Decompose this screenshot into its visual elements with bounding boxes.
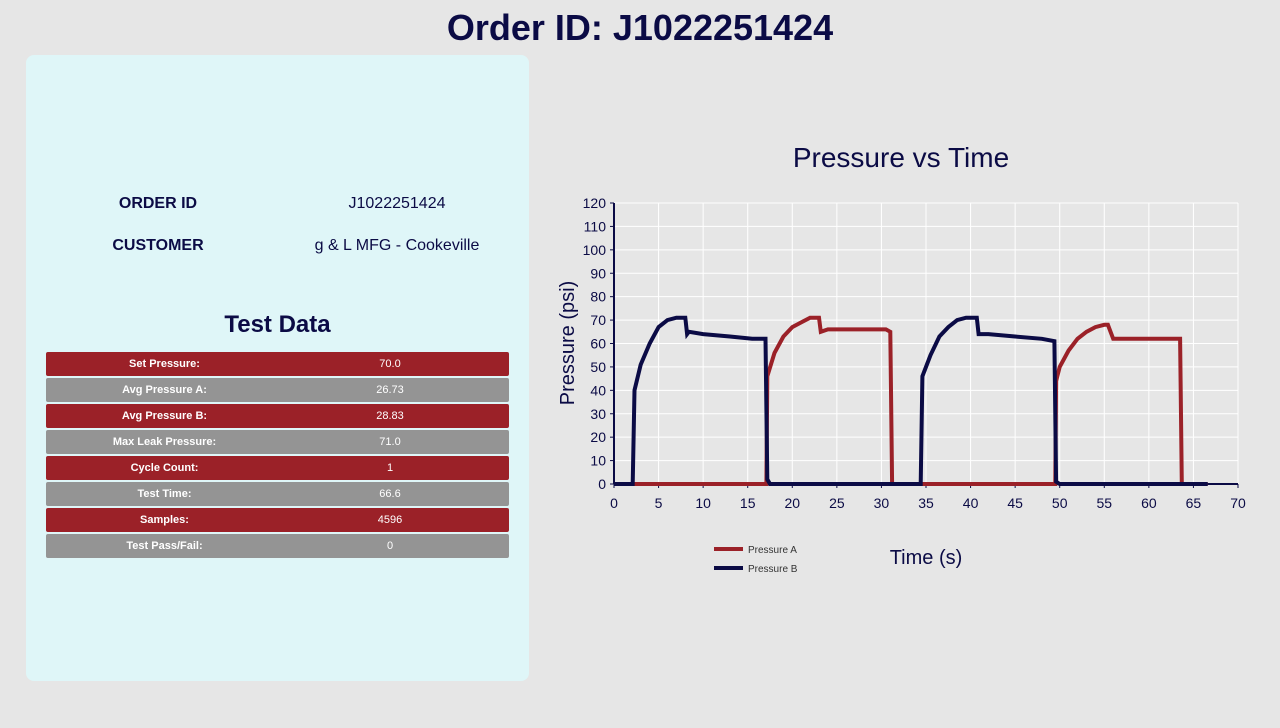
- test-row-value: 70.0: [379, 358, 401, 370]
- x-tick-label: 50: [1052, 495, 1068, 511]
- test-row-set-pressure: Set Pressure: 70.0: [46, 352, 509, 376]
- chart-title: Pressure vs Time: [793, 142, 1009, 173]
- test-row-value: 66.6: [379, 488, 401, 500]
- test-data-table: Set Pressure: 70.0 Avg Pressure A: 26.73…: [46, 352, 509, 560]
- test-row-label: Set Pressure:: [129, 358, 200, 370]
- y-tick-label: 30: [590, 406, 606, 422]
- test-row-avg-pressure-a: Avg Pressure A: 26.73: [46, 378, 509, 402]
- test-row-value: 28.83: [376, 410, 404, 422]
- y-tick-label: 0: [598, 476, 606, 492]
- x-tick-label: 20: [784, 495, 800, 511]
- test-row-value: 1: [386, 462, 394, 474]
- test-row-pass-fail: Test Pass/Fail: 0: [46, 534, 509, 558]
- legend-label: Pressure B: [748, 564, 798, 575]
- x-tick-label: 65: [1186, 495, 1202, 511]
- chart-legend: Pressure A Pressure B: [714, 545, 798, 575]
- customer-label: CUSTOMER: [112, 237, 204, 254]
- x-tick-label: 10: [695, 495, 711, 511]
- test-row-value: 71.0: [379, 436, 401, 448]
- x-tick-label: 5: [655, 495, 663, 511]
- y-tick-label: 120: [583, 195, 607, 211]
- chart-grid: [614, 202, 1239, 484]
- x-tick-label: 15: [740, 495, 756, 511]
- test-row-label: Samples:: [140, 514, 189, 526]
- order-id-label: ORDER ID: [118, 195, 198, 212]
- y-tick-label: 90: [590, 265, 606, 281]
- x-tick-label: 30: [874, 495, 890, 511]
- y-tick-label: 70: [590, 312, 606, 328]
- legend-label: Pressure A: [748, 545, 797, 556]
- test-row-label: Test Time:: [137, 488, 192, 500]
- y-tick-label: 50: [590, 359, 606, 375]
- y-tick-label: 40: [590, 382, 606, 398]
- x-tick-label: 45: [1007, 495, 1023, 511]
- y-tick-label: 80: [590, 289, 606, 305]
- test-row-avg-pressure-b: Avg Pressure B: 28.83: [46, 404, 509, 428]
- customer-row: CUSTOMER g & L MFG - Cookeville: [26, 234, 529, 258]
- y-axis-label: Pressure (psi): [557, 281, 579, 405]
- order-id-row: ORDER ID J1022251424: [26, 192, 529, 216]
- customer-value: g & L MFG - Cookeville: [314, 237, 480, 254]
- test-row-samples: Samples: 4596: [46, 508, 509, 532]
- y-tick-label: 100: [583, 242, 607, 258]
- order-id-value: J1022251424: [348, 195, 446, 212]
- y-tick-label: 10: [590, 453, 606, 469]
- test-row-label: Avg Pressure B:: [121, 410, 208, 422]
- x-tick-label: 0: [610, 495, 618, 511]
- test-row-test-time: Test Time: 66.6: [46, 482, 509, 506]
- test-row-max-leak-pressure: Max Leak Pressure: 71.0: [46, 430, 509, 454]
- pressure-chart: Pressure vs Time 0 10 20 30 40 50 60 70 80 90 100 1…: [545, 130, 1265, 590]
- test-row-cycle-count: Cycle Count: 1: [46, 456, 509, 480]
- x-tick-label: 55: [1096, 495, 1112, 511]
- y-tick-label: 20: [590, 429, 606, 445]
- chart-axes: 0 10 20 30 40 50 60 70 80 90 100 110 120 0 5 10 15 20 25 30…: [583, 195, 1246, 511]
- test-row-label: Test Pass/Fail:: [126, 540, 203, 552]
- x-tick-label: 25: [829, 495, 845, 511]
- x-axis-label: Time (s): [890, 547, 963, 569]
- x-tick-label: 60: [1141, 495, 1157, 511]
- y-tick-label: 60: [590, 336, 606, 352]
- pressure-chart-svg: Pressure vs Time 01020304050607080901001…: [557, 142, 1246, 575]
- test-row-value: 26.73: [376, 384, 404, 396]
- page-title: Order ID: J1022251424: [446, 7, 834, 48]
- x-tick-label: 70: [1230, 495, 1246, 511]
- x-tick-label: 40: [963, 495, 979, 511]
- test-row-label: Cycle Count:: [130, 462, 199, 474]
- test-row-label: Avg Pressure A:: [122, 384, 207, 396]
- order-info-panel: ORDER ID J1022251424 CUSTOMER g & L MFG …: [26, 55, 529, 681]
- x-tick-label: 35: [918, 495, 934, 511]
- page: Order ID: J1022251424 ORDER ID J10222514…: [0, 0, 1280, 728]
- test-row-value: 0: [386, 540, 394, 552]
- test-row-value: 4596: [377, 514, 403, 526]
- test-row-label: Max Leak Pressure:: [112, 436, 217, 448]
- y-tick-label: 110: [584, 218, 607, 234]
- test-data-title: Test Data: [224, 311, 331, 338]
